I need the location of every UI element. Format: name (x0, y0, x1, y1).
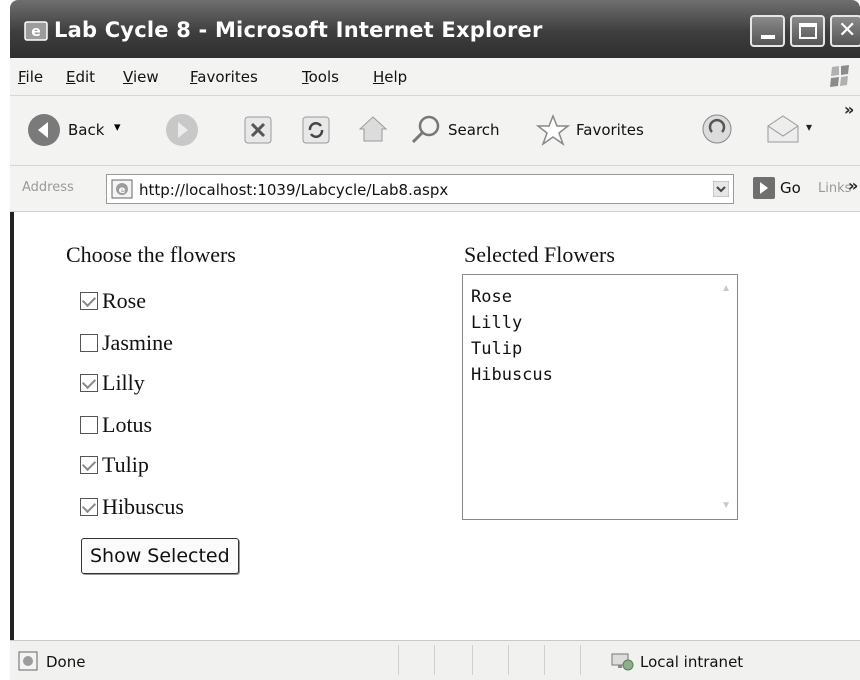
status-divider (580, 645, 581, 675)
address-label: Address (22, 180, 74, 195)
flower-option-rose[interactable]: Rose (80, 286, 146, 316)
toolbar-overflow-icon[interactable]: » (844, 100, 854, 119)
maximize-icon (799, 23, 817, 39)
status-divider (472, 645, 473, 675)
selected-line: Tulip (471, 339, 523, 359)
menu-favorites[interactable]: Favorites (190, 68, 258, 86)
home-icon[interactable] (356, 112, 390, 146)
back-dropdown-icon[interactable]: ▾ (114, 120, 121, 135)
local-intranet-icon (611, 653, 634, 671)
forward-arrow-icon[interactable] (164, 112, 200, 148)
status-bar: Done Local intranet (10, 640, 860, 680)
back-button[interactable]: Back ▾ (26, 112, 126, 148)
search-label: Search (448, 121, 500, 139)
mail-icon[interactable] (764, 112, 802, 146)
status-divider (544, 645, 545, 675)
window-title: Lab Cycle 8 - Microsoft Internet Explore… (54, 18, 543, 42)
close-button[interactable]: ✕ (830, 15, 860, 47)
favorites-label: Favorites (576, 121, 644, 139)
minimize-button[interactable] (750, 15, 785, 47)
status-divider (434, 645, 435, 675)
maximize-button[interactable] (790, 15, 825, 47)
flower-label: Tulip (102, 452, 149, 477)
address-url: http://localhost:1039/Labcycle/Lab8.aspx (139, 181, 449, 199)
selected-flowers-label: Selected Flowers (464, 242, 615, 267)
links-overflow-icon[interactable]: » (848, 176, 858, 195)
close-icon: ✕ (838, 18, 857, 43)
stop-icon[interactable] (242, 114, 274, 146)
selected-line: Hibuscus (471, 365, 553, 385)
page-content: Choose the flowers Rose Jasmine Lilly Lo… (10, 212, 860, 640)
ie-logo-icon: e (24, 21, 48, 41)
address-bar: Address e http://localhost:1039/Labcycle… (10, 166, 860, 212)
flower-label: Lilly (102, 370, 145, 395)
zone-text: Local intranet (640, 653, 744, 671)
menu-edit[interactable]: Edit (66, 68, 95, 86)
selected-flowers-textarea[interactable]: Rose Lilly Tulip Hibuscus ▲ ▼ (462, 274, 738, 520)
status-divider (508, 645, 509, 675)
address-dropdown-icon[interactable] (713, 181, 729, 197)
choose-flowers-label: Choose the flowers (66, 242, 236, 267)
status-text: Done (46, 653, 86, 671)
scroll-up-icon[interactable]: ▲ (721, 283, 731, 294)
status-divider (398, 645, 399, 675)
menu-bar: File Edit View Favorites Tools Help (10, 58, 860, 96)
flower-option-tulip[interactable]: Tulip (80, 450, 149, 480)
svg-text:e: e (31, 24, 41, 40)
media-icon[interactable] (700, 112, 734, 146)
address-input[interactable]: e http://localhost:1039/Labcycle/Lab8.as… (106, 174, 734, 204)
flower-label: Lotus (102, 412, 153, 437)
checkbox-lotus[interactable] (80, 416, 98, 434)
toolbar: Back ▾ Search Favorites ▾ » (10, 96, 860, 166)
scroll-down-icon[interactable]: ▼ (721, 500, 731, 511)
svg-text:e: e (119, 185, 126, 196)
back-arrow-icon (28, 114, 60, 146)
page-icon: e (111, 179, 133, 199)
checkbox-hibuscus[interactable] (80, 498, 98, 516)
selected-line: Lilly (471, 313, 523, 333)
flower-label: Hibuscus (102, 494, 184, 519)
flower-option-lilly[interactable]: Lilly (80, 368, 145, 398)
flower-label: Rose (102, 288, 146, 313)
flower-option-jasmine[interactable]: Jasmine (80, 328, 173, 358)
flower-option-lotus[interactable]: Lotus (80, 410, 152, 440)
menu-file[interactable]: File (18, 68, 43, 86)
back-label: Back (68, 121, 105, 139)
go-arrow-icon[interactable] (752, 176, 776, 200)
windows-flag-icon (830, 65, 849, 87)
flower-option-hibuscus[interactable]: Hibuscus (80, 492, 184, 522)
menu-view[interactable]: View (123, 68, 159, 86)
refresh-icon[interactable] (300, 114, 332, 146)
links-button[interactable]: Links (818, 181, 851, 196)
checkbox-jasmine[interactable] (80, 334, 98, 352)
checkbox-tulip[interactable] (80, 456, 98, 474)
minimize-icon (761, 35, 775, 39)
page-done-icon (18, 651, 38, 671)
favorites-button[interactable]: Favorites (536, 112, 676, 148)
go-button[interactable]: Go (780, 179, 801, 197)
menu-tools[interactable]: Tools (302, 68, 339, 86)
checkbox-lilly[interactable] (80, 374, 98, 392)
favorites-star-icon (536, 114, 570, 146)
search-button[interactable]: Search (410, 112, 530, 148)
title-bar[interactable]: e Lab Cycle 8 - Microsoft Internet Explo… (10, 0, 860, 58)
search-icon (411, 115, 440, 144)
selected-line: Rose (471, 287, 512, 307)
flower-label: Jasmine (102, 330, 173, 355)
menu-help[interactable]: Help (373, 68, 407, 86)
show-selected-button[interactable]: Show Selected (81, 538, 239, 574)
checkbox-rose[interactable] (80, 292, 98, 310)
mail-dropdown-icon[interactable]: ▾ (806, 120, 812, 134)
